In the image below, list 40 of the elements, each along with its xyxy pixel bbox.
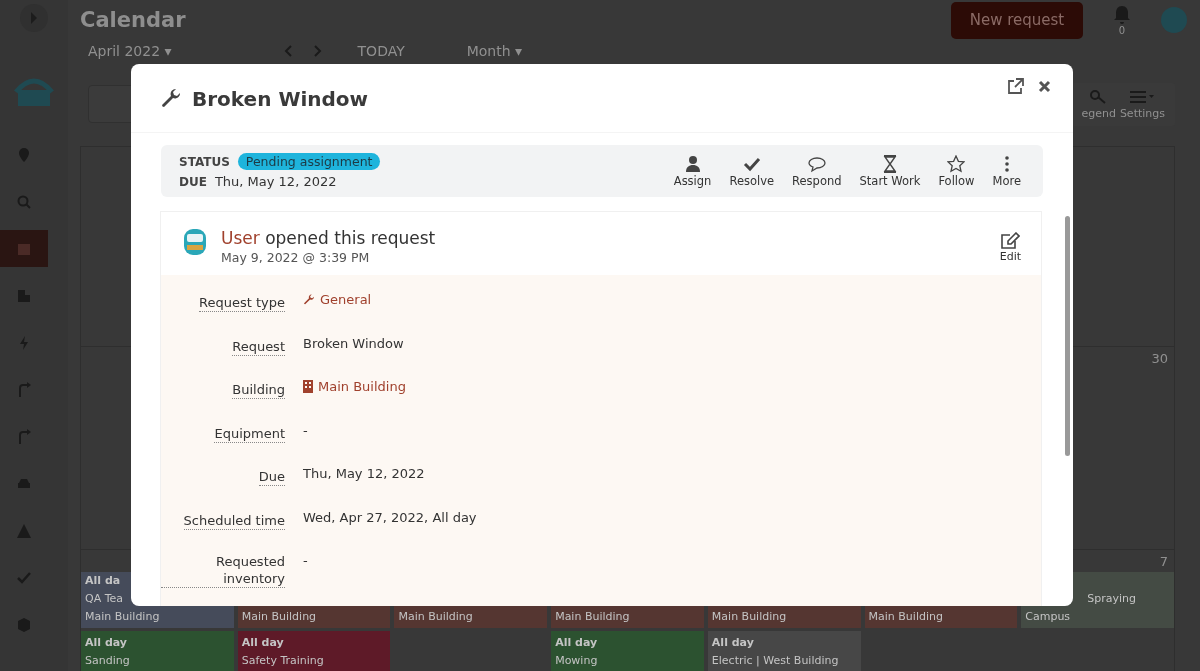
event-title: QA Tea bbox=[85, 591, 125, 607]
event-title: Main Building bbox=[711, 609, 788, 625]
activity-text: User opened this request bbox=[221, 228, 437, 248]
all-day-label: All day bbox=[555, 635, 599, 651]
field-label: Scheduled time bbox=[183, 511, 285, 530]
field-label: Equipment bbox=[214, 424, 285, 443]
field-label: Due bbox=[258, 468, 285, 486]
event-title: Sanding bbox=[85, 653, 131, 669]
event-title: Mowing bbox=[555, 653, 599, 669]
event-title: Safety Training bbox=[241, 653, 325, 669]
field-label: Request bbox=[232, 337, 285, 356]
event-title: Main Building bbox=[555, 609, 631, 625]
status-label: STATUS bbox=[179, 154, 230, 169]
event-title: Main Building bbox=[398, 609, 474, 625]
field-label: Requested inventory bbox=[161, 553, 285, 588]
field-label: Building bbox=[232, 381, 285, 399]
due-label: DUE bbox=[179, 174, 207, 189]
all-day-label: All day bbox=[85, 635, 128, 651]
status-badge: Pending assignment bbox=[237, 153, 381, 170]
field-value: Wed, Apr 27, 2022, All day bbox=[303, 509, 477, 525]
field-value: Thu, May 12, 2022 bbox=[303, 466, 425, 481]
field-value: Broken Window bbox=[303, 335, 404, 351]
event-title: Main Building bbox=[868, 609, 944, 625]
day-number: 30 bbox=[1151, 351, 1168, 366]
event-title: Main Building bbox=[85, 609, 161, 625]
event-title: Main Building bbox=[241, 609, 318, 625]
due-date: Thu, May 12, 2022 bbox=[214, 174, 337, 189]
event-title: Spraying bbox=[1086, 591, 1137, 607]
page-title: Calendar bbox=[80, 8, 186, 32]
field-value: - bbox=[303, 553, 308, 568]
day-number: 7 bbox=[1159, 554, 1168, 569]
event-title: Electric | West Building bbox=[711, 653, 840, 669]
dialog-title: Broken Window bbox=[192, 87, 369, 111]
event-title: Campus bbox=[1025, 609, 1072, 625]
activity-time: May 9, 2022 @ 3:39 PM bbox=[221, 250, 371, 265]
field-value: - bbox=[303, 422, 308, 438]
notification-count: 0 bbox=[1118, 24, 1126, 36]
field-label: Request type bbox=[199, 294, 285, 312]
all-day-label: All day bbox=[241, 635, 285, 651]
all-day-label: All day bbox=[711, 635, 755, 651]
